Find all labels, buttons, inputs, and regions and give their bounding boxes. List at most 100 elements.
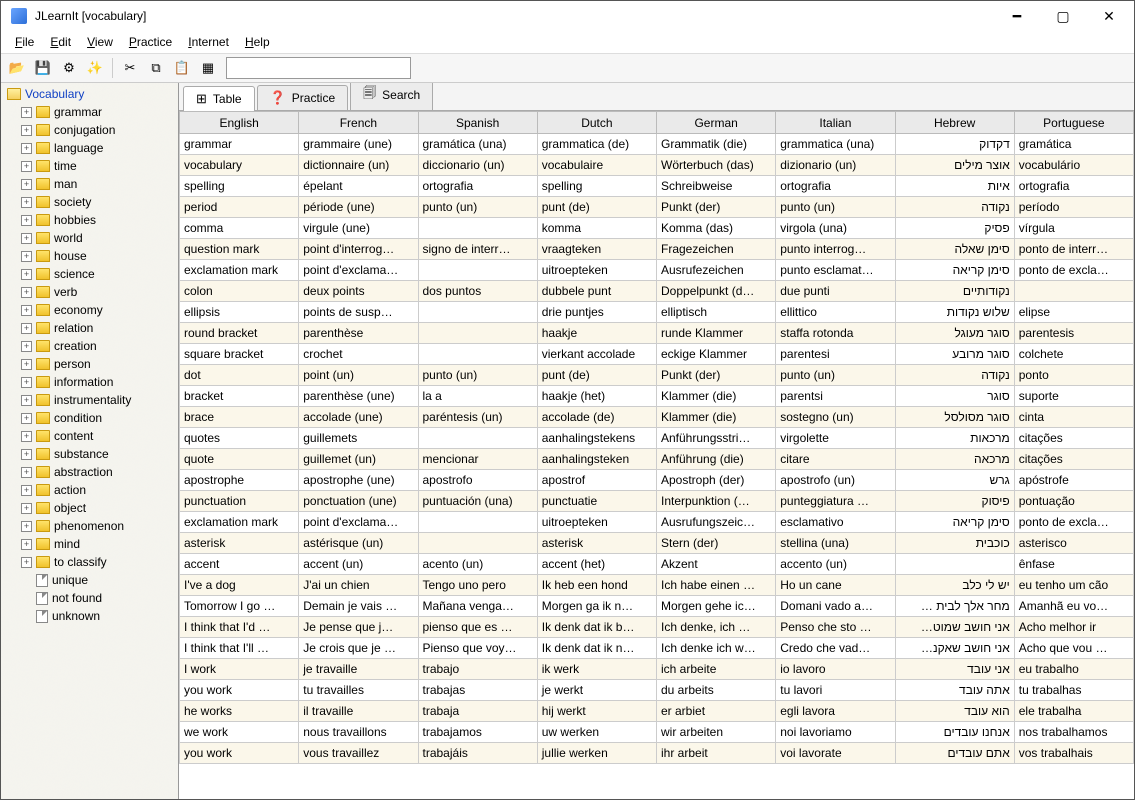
cell[interactable]: exclamation mark [180, 512, 299, 533]
cell[interactable]: dizionario (un) [776, 155, 895, 176]
cell[interactable]: citações [1014, 428, 1133, 449]
cell[interactable]: asterisk [180, 533, 299, 554]
expander-icon[interactable]: + [21, 467, 32, 478]
cell[interactable]: citare [776, 449, 895, 470]
cell[interactable]: guillemet (un) [299, 449, 418, 470]
expander-icon[interactable]: + [21, 305, 32, 316]
cell[interactable]: Ich denke, ich … [657, 617, 776, 638]
tree-item-phenomenon[interactable]: +phenomenon [3, 517, 178, 535]
cell[interactable]: signo de interr… [418, 239, 537, 260]
col-english[interactable]: English [180, 112, 299, 134]
cell[interactable]: punctuation [180, 491, 299, 512]
cell[interactable]: stellina (una) [776, 533, 895, 554]
menu-view[interactable]: View [79, 33, 121, 51]
cell[interactable]: ele trabalha [1014, 701, 1133, 722]
cell[interactable]: dubbele punt [537, 281, 656, 302]
table-row[interactable]: accentaccent (un)acento (un)accent (het)… [180, 554, 1134, 575]
cell[interactable]: Mañana venga… [418, 596, 537, 617]
tree-item-conjugation[interactable]: +conjugation [3, 121, 178, 139]
table-row[interactable]: you workvous travailleztrabajáisjullie w… [180, 743, 1134, 764]
cell[interactable]: tu trabalhas [1014, 680, 1133, 701]
tab-practice[interactable]: ❓Practice [257, 85, 349, 110]
table-row[interactable]: he worksil travailletrabajahij werkter a… [180, 701, 1134, 722]
cell[interactable]: Ich habe einen … [657, 575, 776, 596]
cell[interactable]: סוגר מרובע [895, 344, 1014, 365]
cell[interactable]: deux points [299, 281, 418, 302]
col-dutch[interactable]: Dutch [537, 112, 656, 134]
cell[interactable]: trabajo [418, 659, 537, 680]
table-row[interactable]: quoteguillemet (un)mencionaraanhalingste… [180, 449, 1134, 470]
table-row[interactable]: periodpériode (une)punto (un)punt (de)Pu… [180, 197, 1134, 218]
cell[interactable]: Penso che sto … [776, 617, 895, 638]
paste-icon[interactable]: 📋 [170, 57, 194, 79]
cell[interactable]: pontuação [1014, 491, 1133, 512]
cell[interactable]: punt (de) [537, 197, 656, 218]
cell[interactable]: כוכבית [895, 533, 1014, 554]
cell[interactable]: הוא עובד [895, 701, 1014, 722]
cell[interactable]: diccionario (un) [418, 155, 537, 176]
menu-practice[interactable]: Practice [121, 33, 180, 51]
expander-icon[interactable]: + [21, 377, 32, 388]
cell[interactable]: astérisque (un) [299, 533, 418, 554]
tab-search[interactable]: 🗐Search [350, 83, 433, 110]
cell[interactable]: נקודה [895, 365, 1014, 386]
cell[interactable]: Anführungsstri… [657, 428, 776, 449]
cell[interactable]: virgola (una) [776, 218, 895, 239]
cell[interactable]: ponto [1014, 365, 1133, 386]
tree-item-grammar[interactable]: +grammar [3, 103, 178, 121]
cell[interactable]: נקודה [895, 197, 1014, 218]
cell[interactable]: ponctuation (une) [299, 491, 418, 512]
cell[interactable]: Morgen ga ik n… [537, 596, 656, 617]
cell[interactable]: vocabulary [180, 155, 299, 176]
tree-item-mind[interactable]: +mind [3, 535, 178, 553]
cell[interactable]: גרש [895, 470, 1014, 491]
cell[interactable]: punto (un) [418, 197, 537, 218]
table-row[interactable]: I've a dogJ'ai un chienTengo uno peroIk … [180, 575, 1134, 596]
expander-icon[interactable]: + [21, 107, 32, 118]
cell[interactable] [418, 218, 537, 239]
cell[interactable]: אני חושב שמוט… [895, 617, 1014, 638]
expander-icon[interactable]: + [21, 341, 32, 352]
cell[interactable]: איות [895, 176, 1014, 197]
cell[interactable]: Punkt (der) [657, 197, 776, 218]
cell[interactable]: Ho un cane [776, 575, 895, 596]
cell[interactable]: egli lavora [776, 701, 895, 722]
expander-icon[interactable]: + [21, 485, 32, 496]
cell[interactable]: Ik heb een hond [537, 575, 656, 596]
cell[interactable] [1014, 281, 1133, 302]
cell[interactable]: trabajáis [418, 743, 537, 764]
cell[interactable]: io lavoro [776, 659, 895, 680]
cell[interactable]: Grammatik (die) [657, 134, 776, 155]
col-italian[interactable]: Italian [776, 112, 895, 134]
tree-item-economy[interactable]: +economy [3, 301, 178, 319]
cell[interactable]: סימן שאלה [895, 239, 1014, 260]
cell[interactable] [418, 260, 537, 281]
cell[interactable]: mencionar [418, 449, 537, 470]
expander-icon[interactable]: + [21, 323, 32, 334]
cell[interactable]: nous travaillons [299, 722, 418, 743]
cell[interactable]: vierkant accolade [537, 344, 656, 365]
tab-table[interactable]: ⊞Table [183, 86, 255, 111]
tree-item-man[interactable]: +man [3, 175, 178, 193]
cell[interactable] [418, 344, 537, 365]
cell[interactable]: colchete [1014, 344, 1133, 365]
cell[interactable]: crochet [299, 344, 418, 365]
cell[interactable]: guillemets [299, 428, 418, 449]
cell[interactable]: parenthèse [299, 323, 418, 344]
cell[interactable]: haakje (het) [537, 386, 656, 407]
expander-icon[interactable]: + [21, 521, 32, 532]
table-row[interactable]: bracketparenthèse (une)la ahaakje (het)K… [180, 386, 1134, 407]
cell[interactable]: trabajas [418, 680, 537, 701]
cell[interactable]: ellipsis [180, 302, 299, 323]
tree-item-to-classify[interactable]: +to classify [3, 553, 178, 571]
tree-root-item[interactable]: Vocabulary [3, 85, 178, 103]
cell[interactable]: ortografia [776, 176, 895, 197]
cell[interactable]: Demain je vais … [299, 596, 418, 617]
cell[interactable]: punt (de) [537, 365, 656, 386]
cell[interactable]: Ausrufezeichen [657, 260, 776, 281]
cell[interactable]: אתם עובדים [895, 743, 1014, 764]
expander-icon[interactable]: + [21, 161, 32, 172]
cell[interactable]: Fragezeichen [657, 239, 776, 260]
table-row[interactable]: punctuationponctuation (une)puntuación (… [180, 491, 1134, 512]
table-row[interactable]: vocabularydictionnaire (un)diccionario (… [180, 155, 1134, 176]
